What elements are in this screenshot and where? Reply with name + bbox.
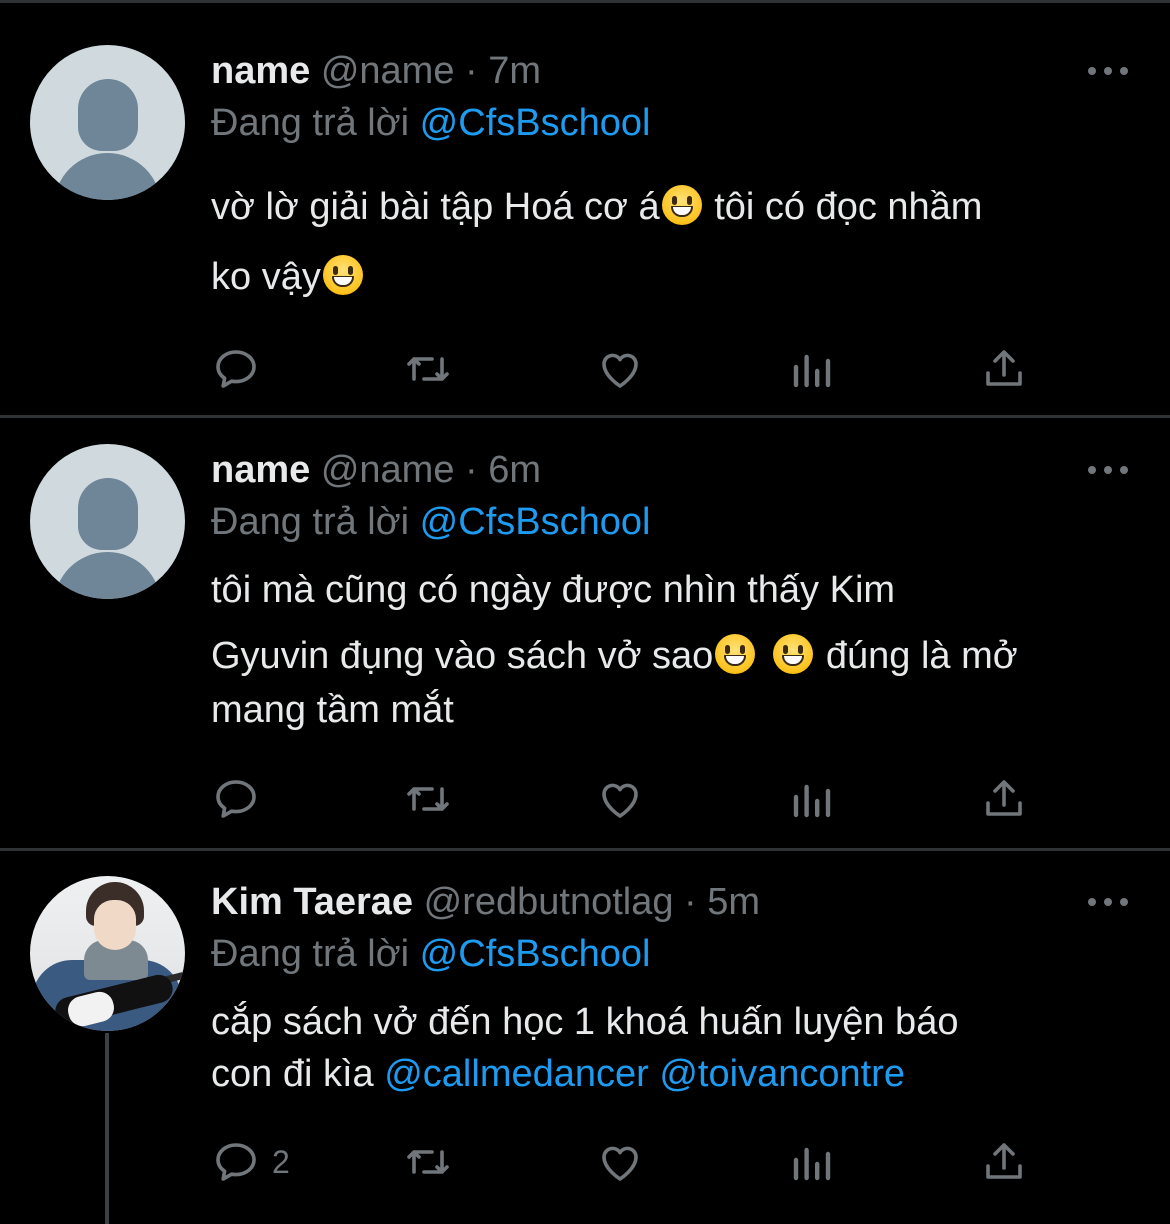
text-line-2a: Gyuvin đụng vào sách vở sao xyxy=(211,635,714,677)
separator-dot: · xyxy=(454,50,489,92)
text-line-2a: con đi kìa xyxy=(211,1053,374,1095)
replying-mention[interactable]: @CfsBschool xyxy=(420,501,651,543)
avatar-head-shape xyxy=(78,478,138,550)
reply-button[interactable] xyxy=(212,774,260,824)
grinning-emoji-icon xyxy=(661,185,702,225)
tweet-time[interactable]: 6m xyxy=(488,449,541,491)
views-button[interactable] xyxy=(788,1137,836,1187)
reply-button[interactable] xyxy=(212,344,260,394)
share-icon xyxy=(986,780,1022,816)
replying-to: Đang trả lời @CfsBschool xyxy=(211,932,650,976)
share-icon xyxy=(986,350,1022,386)
replying-to: Đang trả lời @CfsBschool xyxy=(211,101,650,145)
avatar-body-shape xyxy=(54,552,161,599)
retweet-button[interactable] xyxy=(404,344,452,394)
avatar[interactable] xyxy=(30,876,185,1031)
tweet-text: vờ lờ giải bài tập Hoá cơ á tôi có đọc n… xyxy=(211,180,1151,304)
mention-link[interactable]: @callmedancer xyxy=(384,1053,649,1095)
retweet-icon xyxy=(407,1150,449,1174)
text-line-1b: tôi có đọc nhầm xyxy=(703,186,983,228)
separator-dot: · xyxy=(454,449,489,491)
retweet-button[interactable] xyxy=(404,774,452,824)
reply-button[interactable]: 2 xyxy=(212,1137,290,1187)
retweet-button[interactable] xyxy=(404,1137,452,1187)
reply-icon xyxy=(216,350,256,388)
avatar-head-shape xyxy=(78,79,138,151)
display-name[interactable]: name xyxy=(211,449,310,491)
share-icon xyxy=(986,1143,1022,1179)
reply-icon xyxy=(216,1143,256,1181)
share-button[interactable] xyxy=(980,774,1028,824)
mention-link[interactable]: @toivancontre xyxy=(659,1053,905,1095)
replying-mention[interactable]: @CfsBschool xyxy=(420,933,651,975)
views-icon xyxy=(793,1147,831,1181)
thread-line xyxy=(105,1033,109,1224)
tweet-time[interactable]: 7m xyxy=(488,50,541,92)
views-icon xyxy=(793,354,831,388)
more-icon[interactable] xyxy=(1088,64,1128,78)
display-name[interactable]: Kim Taerae xyxy=(211,881,413,923)
user-handle[interactable]: @name xyxy=(321,50,455,92)
share-button[interactable] xyxy=(980,1137,1028,1187)
grinning-emoji-icon xyxy=(322,255,363,295)
tweet-time[interactable]: 5m xyxy=(707,881,760,923)
tweet-text: cắp sách vở đến học 1 khoá huấn luyện bá… xyxy=(211,996,1151,1100)
user-handle[interactable]: @name xyxy=(321,449,455,491)
tweet-text: tôi mà cũng có ngày được nhìn thấy Kim G… xyxy=(211,563,1151,737)
tweet-header: name @name · 7m xyxy=(211,49,541,93)
avatar-body-shape xyxy=(54,153,161,200)
views-button[interactable] xyxy=(788,774,836,824)
reply-icon xyxy=(216,780,256,818)
action-bar xyxy=(0,344,1170,394)
like-button[interactable] xyxy=(596,774,644,824)
action-bar xyxy=(0,774,1170,824)
like-icon xyxy=(602,353,638,388)
action-bar: 2 xyxy=(0,1137,1170,1187)
avatar-photo-shape xyxy=(94,900,136,950)
like-button[interactable] xyxy=(596,1137,644,1187)
avatar[interactable] xyxy=(30,444,185,599)
tweet-2[interactable]: name @name · 6m Đang trả lời @CfsBschool… xyxy=(0,418,1170,848)
share-button[interactable] xyxy=(980,344,1028,394)
replying-prefix: Đang trả lời xyxy=(211,933,410,975)
tweet-header: Kim Taerae @redbutnotlag · 5m xyxy=(211,880,760,924)
tweet-3[interactable]: Kim Taerae @redbutnotlag · 5m Đang trả l… xyxy=(0,851,1170,1224)
display-name[interactable]: name xyxy=(211,50,310,92)
retweet-icon xyxy=(407,787,449,811)
replying-mention[interactable]: @CfsBschool xyxy=(420,102,651,144)
text-line-1a: vờ lờ giải bài tập Hoá cơ á xyxy=(211,186,660,228)
text-line-2b: đúng là mở xyxy=(815,635,1018,677)
reply-count: 2 xyxy=(272,1143,290,1180)
views-button[interactable] xyxy=(788,344,836,394)
grinning-emoji-icon xyxy=(773,634,814,674)
replying-prefix: Đang trả lời xyxy=(211,102,410,144)
text-line-3: mang tầm mắt xyxy=(211,689,454,731)
text-line-2: ko vậy xyxy=(211,256,321,298)
grinning-emoji-icon xyxy=(715,634,756,674)
more-icon[interactable] xyxy=(1088,463,1128,477)
tweet-header: name @name · 6m xyxy=(211,448,541,492)
text-line-1: tôi mà cũng có ngày được nhìn thấy Kim xyxy=(211,569,896,611)
user-handle[interactable]: @redbutnotlag xyxy=(424,881,674,923)
more-icon[interactable] xyxy=(1088,895,1128,909)
tweet-1[interactable]: name @name · 7m Đang trả lời @CfsBschool… xyxy=(0,0,1170,416)
retweet-icon xyxy=(407,357,449,381)
views-icon xyxy=(793,784,831,818)
text-line-1: cắp sách vở đến học 1 khoá huấn luyện bá… xyxy=(211,1001,959,1043)
like-icon xyxy=(602,1146,638,1181)
separator-dot: · xyxy=(673,881,708,923)
like-button[interactable] xyxy=(596,344,644,394)
avatar[interactable] xyxy=(30,45,185,200)
replying-prefix: Đang trả lời xyxy=(211,501,410,543)
like-icon xyxy=(602,783,638,818)
replying-to: Đang trả lời @CfsBschool xyxy=(211,500,650,544)
